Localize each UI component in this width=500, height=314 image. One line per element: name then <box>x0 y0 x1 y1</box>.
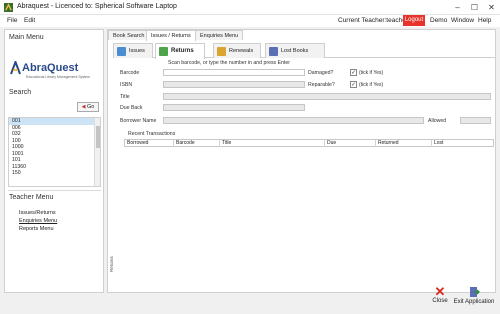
subtab-renewals-label: Renewals <box>229 48 254 54</box>
lost-books-icon <box>269 47 278 56</box>
title-bar: Abraquest - Licenced to: Spherical Softw… <box>0 0 500 15</box>
due-back-field <box>163 104 305 111</box>
teacher-menu-issues-returns[interactable]: Issues/Returns <box>19 210 56 216</box>
teacher-menu-heading: Teacher Menu <box>9 194 54 201</box>
exit-application-button[interactable]: Exit Application <box>452 286 496 305</box>
maximize-button[interactable]: ☐ <box>466 0 483 15</box>
subtab-returns-label: Returns <box>171 48 194 54</box>
returns-side-tag: Returns <box>109 256 114 272</box>
allowed-label: Allowed <box>428 118 447 124</box>
damaged-label: Damaged? <box>308 70 334 76</box>
subtab-lost-books[interactable]: Lost Books <box>265 43 325 58</box>
damaged-checkbox[interactable]: ✓ <box>350 69 357 76</box>
transactions-table-header: Borrowed Barcode Title Due Returned Lost <box>124 139 494 147</box>
close-window-button[interactable]: ✕ <box>483 0 500 15</box>
list-scrollbar-thumb[interactable] <box>96 126 100 148</box>
close-icon: ✕ <box>434 284 446 299</box>
reparable-tick-hint: (tick if Yes) <box>359 82 384 88</box>
returns-icon <box>159 47 168 56</box>
exit-door-icon <box>468 286 480 298</box>
borrower-name-field <box>163 117 424 124</box>
scan-hint: Scan barcode, or type the number in and … <box>168 60 290 66</box>
due-back-label: Due Back <box>120 105 143 111</box>
allowed-field <box>460 117 491 124</box>
exit-application-label: Exit Application <box>453 299 495 305</box>
main-panel: Book Search Issues / Returns Enquiries M… <box>107 29 496 293</box>
teacher-menu-enquiries[interactable]: Enquiries Menu <box>19 218 57 224</box>
renewals-icon <box>217 47 226 56</box>
tab-enquiries-menu[interactable]: Enquiries Menu <box>195 30 244 40</box>
divider <box>8 190 101 191</box>
menu-edit[interactable]: Edit <box>24 17 35 24</box>
col-returned[interactable]: Returned <box>376 140 432 147</box>
menu-demo[interactable]: Demo <box>430 17 447 24</box>
go-button[interactable]: ◀ Go <box>77 102 99 112</box>
logo-subtitle: Educational Library Management System <box>26 75 91 79</box>
logout-button[interactable]: Logout <box>403 15 425 26</box>
logo-mark-icon <box>10 61 21 75</box>
damaged-tick-hint: (tick if Yes) <box>359 70 384 76</box>
reparable-label: Reparable? <box>308 82 335 88</box>
list-scrollbar[interactable] <box>94 118 100 186</box>
isbn-label: ISBN <box>120 82 133 88</box>
barcode-input[interactable] <box>163 69 305 76</box>
sub-tab-bar: Issues Returns Renewals Lost Books <box>113 42 495 59</box>
search-results-list[interactable]: 001 006 032 100 1000 1001 101 11360 150 <box>8 117 101 187</box>
barcode-label: Barcode <box>120 70 140 76</box>
subtab-returns[interactable]: Returns <box>155 43 205 59</box>
window-title: Abraquest - Licenced to: Spherical Softw… <box>17 3 177 10</box>
col-barcode[interactable]: Barcode <box>174 140 220 147</box>
subtab-issues-label: Issues <box>129 48 145 54</box>
title-label: Title <box>120 94 130 100</box>
sidebar: Main Menu AbraQuest Educational Library … <box>4 29 104 293</box>
teacher-menu-reports[interactable]: Reports Menu <box>19 226 54 232</box>
go-label: Go <box>87 104 95 110</box>
menu-bar: File Edit Current Teacher:teacher| Logou… <box>0 15 500 27</box>
subtab-lost-books-label: Lost Books <box>281 48 309 54</box>
subtab-renewals[interactable]: Renewals <box>213 43 261 58</box>
reparable-checkbox[interactable]: ✓ <box>350 81 357 88</box>
menu-help[interactable]: Help <box>478 17 491 24</box>
subtab-issues[interactable]: Issues <box>113 43 153 58</box>
menu-file[interactable]: File <box>7 17 17 24</box>
go-icon: ◀ <box>81 104 86 110</box>
col-lost[interactable]: Lost <box>432 140 493 147</box>
issues-icon <box>117 47 126 56</box>
logo: AbraQuest Educational Library Management… <box>8 46 100 94</box>
minimize-button[interactable]: – <box>449 0 466 15</box>
isbn-field <box>163 81 305 88</box>
current-teacher-label: Current Teacher:teacher| <box>338 17 410 24</box>
close-button[interactable]: ✕ Close <box>430 284 450 304</box>
col-due[interactable]: Due <box>325 140 376 147</box>
col-borrowed[interactable]: Borrowed <box>125 140 174 147</box>
main-menu-heading: Main Menu <box>9 34 44 41</box>
search-heading: Search <box>9 89 32 96</box>
list-item[interactable]: 150 <box>9 170 100 177</box>
app-icon <box>4 3 13 12</box>
recent-transactions-label: Recent Transactions <box>128 131 176 137</box>
col-title[interactable]: Title <box>220 140 325 147</box>
tab-book-search[interactable]: Book Search <box>108 30 150 40</box>
close-label: Close <box>432 298 448 304</box>
tab-issues-returns[interactable]: Issues / Returns <box>146 30 196 41</box>
logo-text: AbraQuest <box>22 62 79 74</box>
title-field <box>163 93 491 100</box>
menu-window[interactable]: Window <box>451 17 474 24</box>
borrower-name-label: Borrower Name <box>120 118 157 124</box>
